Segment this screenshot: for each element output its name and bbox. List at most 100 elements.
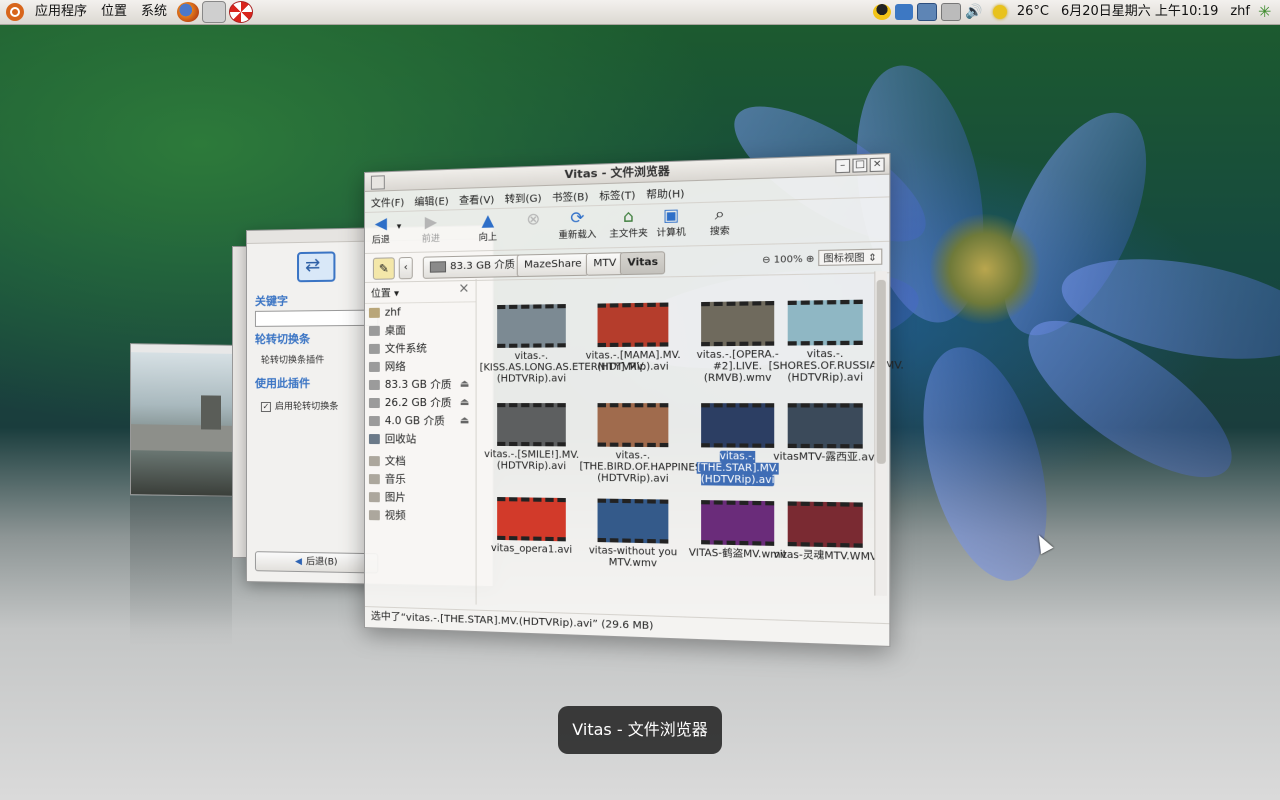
sidebar-item-music[interactable]: 音乐 — [365, 470, 476, 490]
breadcrumb-drive[interactable]: 83.3 GB 介质 — [422, 254, 523, 279]
minimize-icon[interactable]: – — [835, 158, 851, 174]
folder-icon — [368, 492, 380, 503]
eject-icon[interactable]: ⏏ — [460, 394, 470, 412]
settings-back-label: 后退(B) — [305, 557, 338, 568]
temperature[interactable]: 26°C — [1011, 0, 1055, 24]
menu-go[interactable]: 转到(G) — [505, 189, 542, 205]
video-thumbnail — [787, 299, 863, 346]
user-name[interactable]: zhf — [1224, 0, 1256, 24]
switcher-section-title: 轮转切换条 — [254, 332, 311, 346]
file-name: vitas.-.[OPERA.-#2].LIVE.(RMVB).wmv — [696, 348, 779, 385]
sidebar-item-label: 83.3 GB 介质 — [384, 378, 452, 391]
video-thumbnail — [787, 403, 863, 449]
firefox-icon[interactable] — [177, 2, 200, 22]
file-item[interactable]: vitasMTV-露西亚.avi — [769, 403, 883, 464]
sidebar-item-drive-26gb[interactable]: 26.2 GB 介质 ⏏ — [365, 394, 476, 412]
keyword-filter-input[interactable] — [254, 309, 379, 327]
weather-sun-icon[interactable] — [992, 5, 1007, 19]
file-item[interactable]: vitas.-.[KISS.AS.LONG.AS.ETERNITY].MV.(H… — [480, 304, 646, 385]
stop-button[interactable]: ⊗ — [523, 209, 544, 229]
enable-switcher-label: 启用轮转切换条 — [274, 401, 339, 413]
settings-back-button[interactable]: ◀ 后退(B) — [254, 551, 379, 574]
breadcrumb-left-arrow[interactable]: ‹ — [398, 256, 413, 280]
zoom-out-icon[interactable]: ⊖ — [762, 255, 770, 266]
menu-applications[interactable]: 应用程序 — [28, 0, 94, 24]
window-reflection — [130, 496, 232, 646]
sidebar-item-label: 图片 — [384, 491, 406, 504]
back-button[interactable]: ◀ 后退 — [371, 213, 391, 246]
menu-edit[interactable]: 编辑(E) — [414, 192, 448, 208]
file-browser-window[interactable]: Vitas - 文件浏览器 – □ × 文件(F) 编辑(E) 查看(V) 转到… — [364, 152, 904, 648]
zoom-level[interactable]: 100% — [774, 255, 803, 266]
network-icon[interactable] — [916, 3, 937, 21]
sidebar-item-network[interactable]: 网络 — [365, 357, 476, 376]
forward-label: 前进 — [421, 234, 440, 245]
printer-icon[interactable] — [940, 3, 961, 21]
eject-icon[interactable]: ⏏ — [460, 376, 470, 394]
vertical-scrollbar[interactable] — [874, 271, 887, 596]
file-item[interactable]: vitas.-.[THE.BIRD.OF.HAPPINESS].LIVE.(HD… — [580, 403, 742, 485]
menu-places[interactable]: 位置 — [94, 0, 134, 24]
reload-button[interactable]: ⟳ 重新载入 — [558, 208, 596, 242]
clock[interactable]: 6月20日星期六 上午10:19 — [1055, 0, 1224, 24]
file-item[interactable]: vitas.-.[SHORES.OF.RUSSIA].MV.(HDTVRip).… — [769, 299, 904, 384]
home-button[interactable]: ⌂ 主文件夹 — [609, 206, 648, 240]
breadcrumb-mazeshare[interactable]: MazeShare — [516, 252, 590, 278]
user-status-icon[interactable]: ✳ — [1258, 3, 1274, 21]
sidebar-item-trash[interactable]: 回收站 — [365, 430, 476, 449]
computer-button[interactable]: ▣ 计算机 — [656, 205, 685, 239]
back-history-dropdown[interactable]: ▾ — [397, 222, 402, 232]
sidebar-item-drive-83gb[interactable]: 83.3 GB 介质 ⏏ — [365, 376, 476, 394]
menu-view[interactable]: 查看(V) — [459, 190, 494, 206]
up-button[interactable]: ▲ 向上 — [478, 210, 499, 243]
file-icon-view[interactable]: vitas.-.[KISS.AS.LONG.AS.ETERNITY].MV.(H… — [478, 271, 904, 617]
video-thumbnail — [597, 302, 669, 348]
file-item[interactable]: vitas-without you MTV.wmv — [580, 498, 687, 570]
photo-viewer-window[interactable] — [130, 343, 234, 497]
sidebar-item-filesystem[interactable]: 文件系统 — [365, 339, 476, 358]
menu-tabs[interactable]: 标签(T) — [599, 186, 635, 203]
qq-icon[interactable] — [872, 4, 891, 20]
zoom-in-icon[interactable]: ⊕ — [806, 254, 815, 265]
eject-icon[interactable]: ⏏ — [460, 412, 470, 430]
switcher-plugin-name[interactable]: 轮转切换条插件 — [261, 353, 324, 366]
breadcrumb-vitas[interactable]: Vitas — [619, 251, 666, 276]
edit-location-icon[interactable]: ✎ — [372, 257, 395, 280]
sidebar-item-pictures[interactable]: 图片 — [365, 488, 476, 508]
places-sidebar: 位置 ▾ × zhf 桌面 文件系统 网络 83.3 GB 介质 ⏏ 26.2 G… — [364, 278, 477, 605]
ubuntu-logo-icon[interactable] — [6, 3, 24, 21]
sidebar-item-videos[interactable]: 视频 — [365, 506, 476, 526]
video-thumbnail — [787, 501, 863, 548]
menu-help[interactable]: 帮助(H) — [646, 184, 684, 201]
sidebar-type-select[interactable]: 位置 ▾ — [371, 284, 399, 300]
update-icon[interactable] — [894, 4, 913, 20]
forward-button[interactable]: ▶ 前进 — [421, 212, 441, 245]
help-icon[interactable] — [229, 1, 254, 23]
sidebar-item-desktop[interactable]: 桌面 — [365, 321, 476, 340]
maximize-icon[interactable]: □ — [852, 158, 868, 173]
menu-file[interactable]: 文件(F) — [371, 193, 404, 209]
sidebar-item-drive-4gb[interactable]: 4.0 GB 介质 ⏏ — [365, 412, 476, 431]
menu-system[interactable]: 系统 — [134, 0, 174, 24]
file-item[interactable]: vitas-灵魂MTV.WMV — [769, 501, 883, 563]
sidebar-item-home[interactable]: zhf — [365, 302, 476, 322]
search-button[interactable]: ⌕ 搜索 — [709, 203, 731, 237]
enable-switcher-checkbox[interactable]: ✓ 启用轮转切换条 — [260, 399, 339, 413]
sidebar-item-label: 视频 — [384, 509, 406, 522]
video-thumbnail — [497, 403, 566, 447]
file-item[interactable]: vitas_opera1.avi — [480, 497, 584, 557]
close-window-icon[interactable]: × — [869, 157, 885, 173]
scrollbar-thumb[interactable] — [876, 279, 886, 464]
volume-icon[interactable]: 🔊 — [965, 4, 983, 20]
sidebar-item-documents[interactable]: 文档 — [365, 452, 476, 471]
photo-pillar — [201, 395, 221, 430]
file-item[interactable]: vitas.-.[SMILE!].MV.(HDTVRip).avi — [480, 403, 584, 472]
view-mode-label: 图标视图 — [823, 253, 865, 265]
network-launcher-icon[interactable] — [202, 1, 227, 23]
breadcrumb-mtv[interactable]: MTV — [585, 252, 624, 276]
checkbox-checked-icon[interactable]: ✓ — [260, 401, 271, 412]
close-sidebar-icon[interactable]: × — [458, 281, 469, 296]
view-mode-select[interactable]: 图标视图 ⇕ — [817, 248, 883, 267]
file-item[interactable]: vitas.-.[MAMA].MV.(HDTVRip).avi — [580, 302, 687, 373]
menu-bookmarks[interactable]: 书签(B) — [552, 187, 589, 203]
